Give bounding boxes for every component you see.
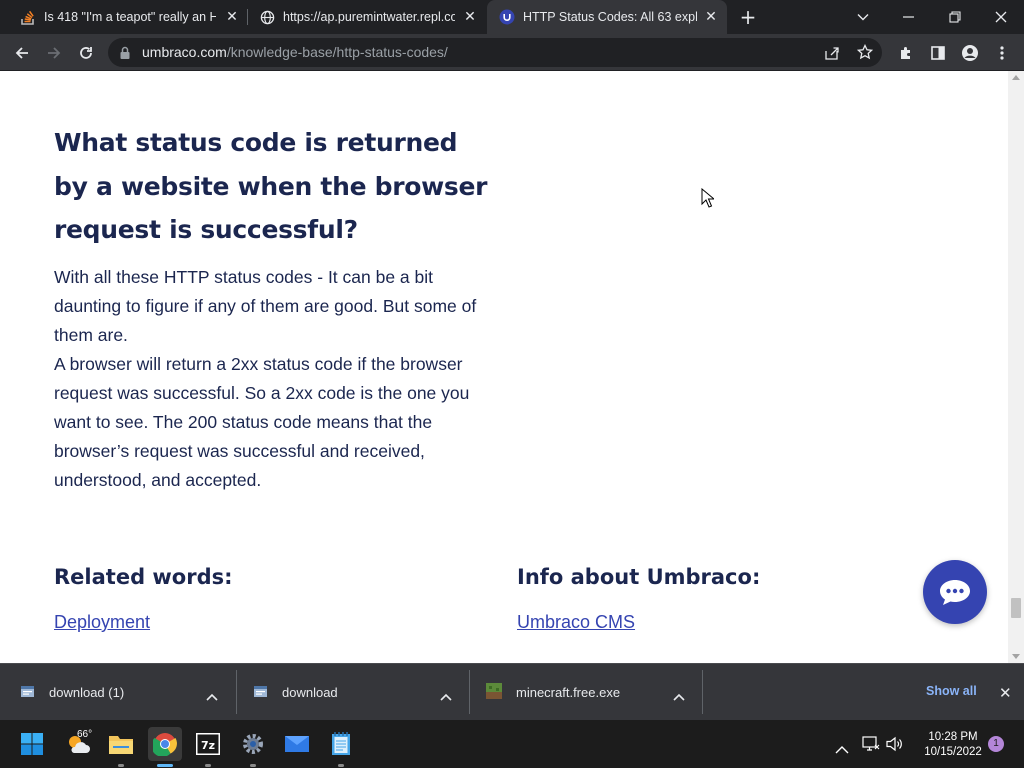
stackoverflow-icon <box>20 9 36 25</box>
running-indicator <box>205 764 211 767</box>
download-filename: download (1) <box>49 685 125 700</box>
tab-title: Is 418 "I'm a teapot" really an HT <box>44 10 216 24</box>
related-words-heading: Related words: <box>54 565 233 589</box>
settings-button[interactable] <box>237 728 269 760</box>
side-panel-icon[interactable] <box>924 39 952 67</box>
start-button[interactable] <box>16 728 48 760</box>
globe-icon <box>259 9 275 25</box>
restore-button[interactable] <box>932 0 978 34</box>
chat-button[interactable] <box>923 560 987 624</box>
url-host: umbraco.com <box>142 44 227 60</box>
notification-badge[interactable]: 1 <box>988 736 1004 752</box>
info-heading: Info about Umbraco: <box>517 565 761 589</box>
umbraco-icon <box>499 9 515 25</box>
mouse-cursor-icon <box>701 187 716 212</box>
clock-time: 10:28 PM <box>928 731 978 743</box>
tab-teapot[interactable]: Is 418 "I'm a teapot" really an HT ✕ <box>8 0 248 34</box>
windows-taskbar: 66° 7z 10:28 PM 10/15/2022 1 <box>0 720 1024 768</box>
close-downloads-icon[interactable]: ✕ <box>999 684 1012 702</box>
url-path: /knowledge-base/http-status-codes/ <box>226 44 448 60</box>
file-icon <box>253 684 268 702</box>
minecraft-file-icon <box>486 683 502 702</box>
new-tab-button[interactable]: + <box>738 7 758 27</box>
share-icon[interactable] <box>824 45 840 65</box>
page-scrollbar[interactable] <box>1008 71 1024 663</box>
menu-icon[interactable] <box>988 39 1016 67</box>
close-window-button[interactable] <box>978 0 1024 34</box>
chevron-up-icon[interactable] <box>440 686 452 705</box>
profile-icon[interactable] <box>956 39 984 67</box>
network-icon[interactable] <box>862 736 880 756</box>
web-page: What status code is returned by a websit… <box>0 71 1008 663</box>
folder-icon <box>109 736 133 754</box>
chat-bubble-icon <box>940 580 970 605</box>
mail-button[interactable] <box>281 728 313 760</box>
paragraph: With all these HTTP status codes - It ca… <box>54 267 477 345</box>
divider <box>236 670 237 714</box>
show-all-downloads-link[interactable]: Show all <box>926 684 977 698</box>
file-icon <box>20 684 35 702</box>
downloads-bar: download (1) download minecraft.free.exe… <box>0 663 1024 720</box>
tab-title: HTTP Status Codes: All 63 explain <box>523 10 697 24</box>
7zip-icon: 7z <box>196 733 220 755</box>
chrome-button[interactable] <box>148 727 182 761</box>
divider <box>469 670 470 714</box>
scroll-down-arrow-icon[interactable] <box>1012 654 1020 659</box>
bookmark-star-icon[interactable] <box>856 43 874 64</box>
weather-temperature: 66° <box>77 729 93 740</box>
close-tab-icon[interactable]: ✕ <box>224 9 240 25</box>
reload-button[interactable] <box>72 39 100 67</box>
clock[interactable]: 10:28 PM 10/15/2022 <box>920 730 986 760</box>
download-filename: minecraft.free.exe <box>516 685 621 700</box>
gear-icon <box>243 734 263 754</box>
back-button[interactable] <box>8 39 36 67</box>
windows-logo-icon <box>21 733 43 755</box>
chevron-up-icon[interactable] <box>673 686 685 705</box>
divider <box>702 670 703 714</box>
notepad-button[interactable] <box>325 728 357 760</box>
tab-strip: Is 418 "I'm a teapot" really an HT ✕ htt… <box>0 0 1024 34</box>
scroll-thumb[interactable] <box>1011 598 1021 618</box>
address-bar[interactable]: umbraco.com/knowledge-base/http-status-c… <box>108 38 882 67</box>
running-indicator <box>118 764 124 767</box>
file-explorer-button[interactable] <box>105 728 137 760</box>
close-tab-icon[interactable]: ✕ <box>462 9 478 25</box>
umbraco-cms-link[interactable]: Umbraco CMS <box>517 612 635 633</box>
show-hidden-icons-chevron-icon[interactable] <box>835 739 849 758</box>
tab-title: https://ap.puremintwater.repl.co <box>283 10 455 24</box>
svg-text:7z: 7z <box>201 739 215 752</box>
lock-icon[interactable] <box>119 45 131 64</box>
running-indicator <box>157 764 173 767</box>
paragraph: A browser will return a 2xx status code … <box>54 354 470 490</box>
deployment-link[interactable]: Deployment <box>54 612 150 633</box>
browser-toolbar: umbraco.com/knowledge-base/http-status-c… <box>0 34 1024 71</box>
close-tab-icon[interactable]: ✕ <box>703 9 719 25</box>
chrome-icon <box>153 733 177 756</box>
7zip-button[interactable]: 7z <box>192 728 224 760</box>
notepad-icon <box>332 732 350 755</box>
section-heading: What status code is returned by a websit… <box>54 128 488 244</box>
download-item[interactable]: download <box>253 664 463 721</box>
running-indicator <box>338 764 344 767</box>
url-text: umbraco.com/knowledge-base/http-status-c… <box>142 44 448 60</box>
volume-icon[interactable] <box>886 736 904 756</box>
tab-search-icon[interactable] <box>840 0 886 34</box>
download-item[interactable]: minecraft.free.exe <box>486 664 696 721</box>
download-item[interactable]: download (1) <box>20 664 230 721</box>
scroll-up-arrow-icon[interactable] <box>1012 75 1020 80</box>
chevron-up-icon[interactable] <box>206 686 218 705</box>
mail-icon <box>285 736 309 752</box>
forward-button[interactable] <box>40 39 68 67</box>
clock-date: 10/15/2022 <box>924 746 982 758</box>
download-filename: download <box>282 685 338 700</box>
extensions-icon[interactable] <box>892 39 920 67</box>
minimize-button[interactable] <box>886 0 932 34</box>
running-indicator <box>250 764 256 767</box>
tab-puremintwater[interactable]: https://ap.puremintwater.repl.co ✕ <box>248 0 486 34</box>
tab-umbraco[interactable]: HTTP Status Codes: All 63 explain ✕ <box>487 0 727 34</box>
